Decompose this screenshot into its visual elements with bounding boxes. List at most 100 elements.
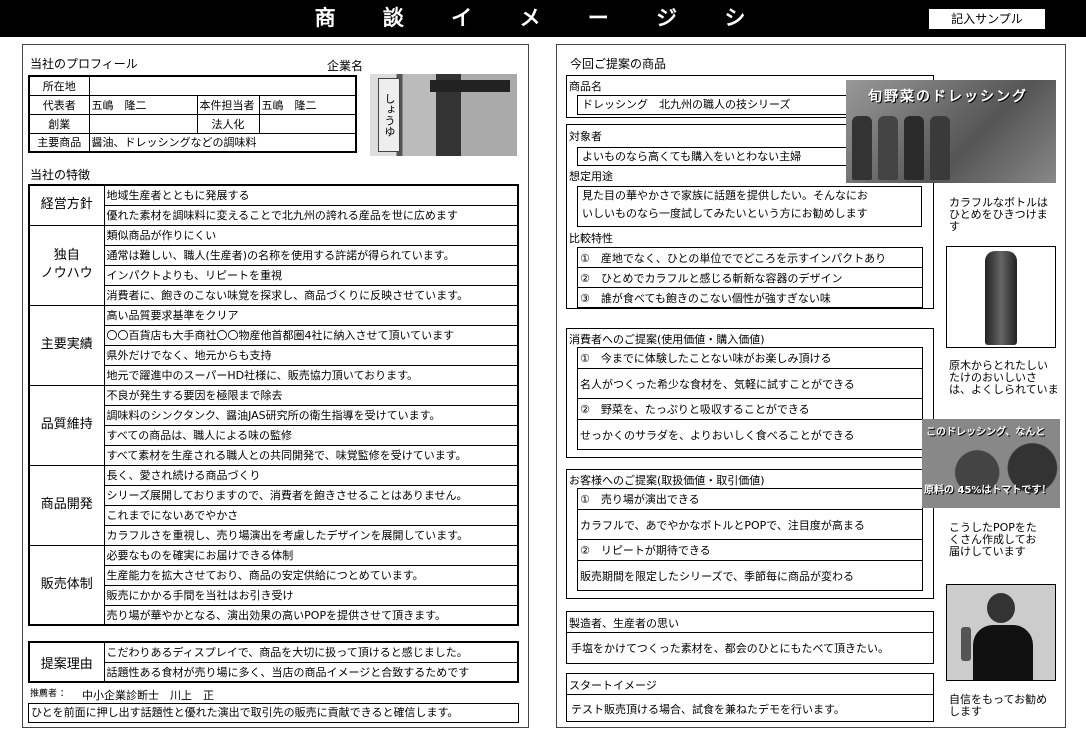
feature-line: 県外だけでなく、地元からも支持 bbox=[103, 344, 519, 366]
feature-line: 調味料のシンクタンク、醤油JAS研究所の衛生指導を受けています。 bbox=[103, 404, 519, 426]
feature-line: 地元で躍進中のスーパーHD社様に、販売協力頂いております。 bbox=[103, 364, 519, 386]
customer-1: ① 売り場が演出できる bbox=[577, 488, 923, 510]
rep-label: 代表者 bbox=[28, 94, 90, 115]
customer-table: ① 売り場が演出できる カラフルで、あでやかなボトルとPOPで、注目度が高まる … bbox=[577, 488, 923, 591]
feature-category: 独自 ノウハウ bbox=[28, 224, 105, 306]
pop-text-1: このドレッシング、なんと bbox=[926, 427, 1046, 438]
reason-category: 提案理由 bbox=[28, 641, 105, 683]
recommender-name: 中小企業診断士 川上 正 bbox=[82, 689, 214, 702]
caption-1: カラフルなボトルは ひとめをひきつけます bbox=[949, 196, 1048, 233]
contact-value: 五嶋 隆二 bbox=[258, 94, 357, 115]
feature-line: カラフルさを重視し、売り場演出を考慮したデザインを展開しています。 bbox=[103, 524, 519, 546]
feature-line: 類似商品が作りにくい bbox=[103, 224, 519, 246]
feature-line: 〇〇百貨店も大手商社〇〇物産他首都圏4社に納入させて頂いています bbox=[103, 324, 519, 346]
sample-badge: 記入サンプル bbox=[928, 8, 1046, 30]
person-body bbox=[973, 625, 1033, 680]
founded-label: 創業 bbox=[28, 113, 90, 134]
bottle-photo-frame bbox=[946, 246, 1056, 348]
consumer-3: ② 野菜を、たっぷりと吸収することができる bbox=[577, 398, 923, 420]
customer-4: 販売期間を限定したシリーズで、季節毎に商品が変わる bbox=[577, 560, 923, 591]
feature-line: すべて素材を生産される職人との共同開発で、味覚監修を受けています。 bbox=[103, 444, 519, 466]
usage-label: 想定用途 bbox=[569, 170, 613, 183]
shop-sign: しょうゆ bbox=[378, 78, 400, 152]
bottle-icon bbox=[961, 627, 971, 661]
compare-label: 比較特性 bbox=[569, 232, 613, 245]
feature-line: これまでにないあでやかさ bbox=[103, 504, 519, 526]
reason-line-2: 話題性ある食材が売り場に多く、当店の商品イメージと合致するためです bbox=[103, 661, 519, 683]
target-label: 対象者 bbox=[569, 130, 602, 143]
feature-category: 主要実績 bbox=[28, 304, 105, 386]
incorp-value bbox=[258, 113, 357, 134]
feature-line: 必要なものを確実にお届けできる体制 bbox=[103, 544, 519, 566]
target-value: よいものなら高くても購入をいとわない主婦 bbox=[577, 147, 877, 166]
feature-row: 経営方針 地域生産者とともに発展する bbox=[28, 184, 519, 226]
dressing-banner: 旬野菜のドレッシング bbox=[868, 89, 1028, 105]
shop-roof bbox=[430, 80, 510, 92]
pop-text-2: 原料の 45%はトマトです！ bbox=[924, 485, 1052, 496]
products-value: 醤油、ドレッシングなどの調味料 bbox=[88, 132, 357, 153]
compare-item-2: ② ひとめでカラフルと感じる斬新な容器のデザイン bbox=[577, 267, 923, 288]
feature-line: 長く、愛され続ける商品づくり bbox=[103, 464, 519, 486]
reason-table: 提案理由 こだわりあるディスプレイで、商品を大切に扱って頂けると感じました。 話… bbox=[28, 641, 519, 683]
feature-row: 独自 ノウハウ 類似商品が作りにくい bbox=[28, 224, 519, 306]
consumer-table: ① 今までに体験したことない味がお楽しみ頂ける 名人がつくった希少な食材を、気軽… bbox=[577, 347, 923, 450]
feature-row: 品質維持 不良が発生する要因を極限まで除去 bbox=[28, 384, 519, 466]
caption-2: 原木からとれたしい たけのおいしいさ は、よくしられていま bbox=[949, 359, 1059, 396]
contact-label: 本件担当者 bbox=[196, 94, 260, 115]
consumer-1: ① 今までに体験したことない味がお楽しみ頂ける bbox=[577, 347, 923, 369]
reason-line-1: こだわりあるディスプレイで、商品を大切に扱って頂けると感じました。 bbox=[103, 641, 519, 663]
feature-line: 消費者に、飽きのこない味覚を探求し、商品づくりに反映させています。 bbox=[103, 284, 519, 306]
feature-category: 販売体制 bbox=[28, 544, 105, 626]
customer-3: ② リピートが期待できる bbox=[577, 539, 923, 561]
feature-line: 高い品質要求基準をクリア bbox=[103, 304, 519, 326]
feature-line: 生産能力を拡大させており、商品の安定供給につとめています。 bbox=[103, 564, 519, 586]
feature-line: 売り場が華やかとなる、演出効果の高いPOPを提供させて頂きます。 bbox=[103, 604, 519, 626]
maker-text: 手塩をかけてつくった素材を、都会のひとにもたべて頂きたい。 bbox=[571, 642, 890, 655]
rep-value: 五嶋 隆二 bbox=[88, 94, 198, 115]
maker-group: 製造者、生産者の思い 手塩をかけてつくった素材を、都会のひとにもたべて頂きたい。 bbox=[566, 611, 934, 664]
page-title: 商 談 イ メ ー ジ シ ー ト bbox=[314, 6, 766, 60]
usage-line-2: いしいものなら一度試してみたいという方にお勧めします bbox=[582, 207, 868, 220]
dressing-photo: 旬野菜のドレッシング bbox=[846, 80, 1056, 183]
feature-line: 不良が発生する要因を極限まで除去 bbox=[103, 384, 519, 406]
bottle-icon bbox=[852, 116, 872, 180]
compare-item-1: ① 産地でなく、ひとの単位ででどころを示すインパクトあり bbox=[577, 247, 923, 268]
incorp-label: 法人化 bbox=[196, 113, 260, 134]
customer-2: カラフルで、あでやかなボトルとPOPで、注目度が高まる bbox=[577, 509, 923, 540]
start-text: テスト販売頂ける場合、試食を兼ねたデモを行います。 bbox=[571, 703, 845, 716]
start-group: スタートイメージ テスト販売頂ける場合、試食を兼ねたデモを行います。 bbox=[566, 673, 934, 722]
address-value bbox=[88, 75, 357, 96]
feature-line: すべての商品は、職人による味の監修 bbox=[103, 424, 519, 446]
features-title: 当社の特徴 bbox=[30, 168, 91, 182]
feature-line: 優れた素材を調味料に変えることで北九州の誇れる産品を世に広めます bbox=[103, 204, 519, 226]
pop-photo: このドレッシング、なんと 原料の 45%はトマトです！ bbox=[922, 419, 1060, 508]
products-label: 主要商品 bbox=[28, 132, 90, 153]
bottle-icon bbox=[904, 116, 924, 180]
feature-line: シリーズ展開しておりますので、消費者を飽きさせることはありません。 bbox=[103, 484, 519, 506]
profile-table: 所在地 代表者 五嶋 隆二 本件担当者 五嶋 隆二 創業 法人化 主要商品 醤油… bbox=[28, 75, 357, 153]
feature-row: 商品開発 長く、愛され続ける商品づくり bbox=[28, 464, 519, 546]
consumer-group: 消費者へのご提案(使用価値・購入価値) ① 今までに体験したことない味がお楽しみ… bbox=[566, 328, 934, 458]
bottle-icon bbox=[930, 116, 950, 180]
bottle-icon bbox=[878, 116, 898, 180]
right-title: 今回ご提案の商品 bbox=[570, 57, 667, 71]
feature-category: 商品開発 bbox=[28, 464, 105, 546]
customer-label: お客様へのご提案(取扱価値・取引価値) bbox=[569, 474, 765, 487]
maker-photo-frame bbox=[946, 584, 1056, 681]
start-label: スタートイメージ bbox=[569, 679, 657, 692]
compare-table: ① 産地でなく、ひとの単位ででどころを示すインパクトあり ② ひとめでカラフルと… bbox=[577, 247, 923, 308]
feature-row: 販売体制 必要なものを確実にお届けできる体制 bbox=[28, 544, 519, 626]
founded-value bbox=[88, 113, 198, 134]
caption-4: 自信をもってお勧め します bbox=[949, 693, 1048, 718]
feature-category: 品質維持 bbox=[28, 384, 105, 466]
bottle-icon bbox=[985, 251, 1017, 345]
product-name: ドレッシング 北九州の職人の技シリーズ bbox=[577, 95, 877, 115]
maker-label: 製造者、生産者の思い bbox=[569, 617, 679, 630]
company-label: 企業名 bbox=[327, 59, 364, 73]
usage-line-1: 見た目の華やかさで家族に話題を提供したい。そんなにお bbox=[582, 189, 868, 202]
caption-3: こうしたPOPをた くさん作成してお 届けしています bbox=[949, 521, 1037, 558]
address-label: 所在地 bbox=[28, 75, 90, 96]
usage-box: 見た目の華やかさで家族に話題を提供したい。そんなにお いしいものなら一度試してみ… bbox=[577, 186, 922, 227]
person-icon bbox=[987, 593, 1015, 623]
profile-title: 当社のプロフィール bbox=[30, 57, 138, 71]
